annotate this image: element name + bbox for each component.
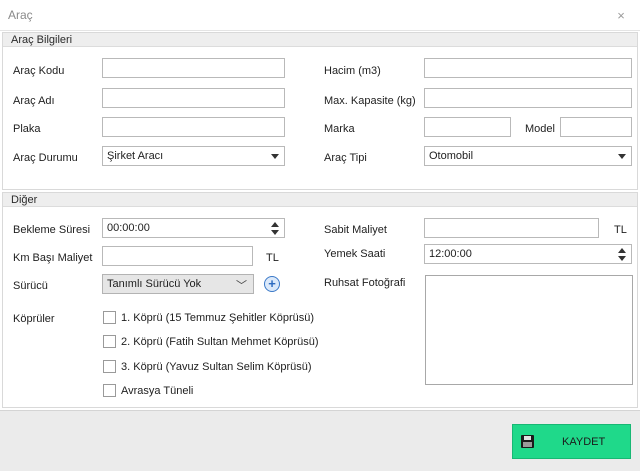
vehicle-status-value: Şirket Aracı — [107, 150, 164, 162]
other-header: Diğer — [3, 193, 637, 207]
km-cost-unit: TL — [266, 252, 279, 264]
km-cost-label: Km Başı Maliyet — [13, 252, 93, 264]
vehicle-name-input[interactable] — [102, 88, 285, 108]
vehicle-info-header: Araç Bilgileri — [3, 33, 637, 47]
tunnel-label: Avrasya Tüneli — [121, 385, 194, 397]
spin-up-icon[interactable] — [618, 248, 626, 253]
spin-down-icon[interactable] — [271, 230, 279, 235]
meal-time-label: Yemek Saati — [324, 248, 386, 260]
bridge-label-1: 1. Köprü (15 Temmuz Şehitler Köprüsü) — [121, 312, 314, 324]
dropdown-arrow-icon — [618, 154, 626, 159]
vehicle-status-label: Araç Durumu — [13, 152, 78, 164]
vehicle-code-input[interactable] — [102, 58, 285, 78]
vehicle-info-title: Araç Bilgileri — [11, 34, 73, 46]
dropdown-arrow-icon — [271, 154, 279, 159]
window-title: Araç — [8, 8, 33, 22]
vehicle-status-select[interactable]: Şirket Aracı — [102, 146, 285, 166]
driver-label: Sürücü — [13, 280, 48, 292]
footer-bar: KAYDET — [0, 410, 640, 471]
save-button[interactable]: KAYDET — [512, 424, 631, 459]
bridge-checkbox-1[interactable] — [103, 311, 116, 324]
max-capacity-input[interactable] — [424, 88, 632, 108]
chevron-down-icon: ﹀ — [236, 280, 247, 292]
km-cost-input[interactable] — [102, 246, 253, 266]
meal-time-value: 12:00:00 — [429, 248, 472, 260]
model-input[interactable] — [560, 117, 632, 137]
license-photo-label: Ruhsat Fotoğrafi — [324, 277, 406, 289]
spin-down-icon[interactable] — [618, 256, 626, 261]
license-photo-box[interactable] — [425, 275, 633, 385]
bridges-label: Köprüler — [13, 313, 55, 325]
fixed-cost-label: Sabit Maliyet — [324, 224, 387, 236]
vehicle-type-label: Araç Tipi — [324, 152, 367, 164]
model-label: Model — [525, 123, 555, 135]
brand-label: Marka — [324, 123, 355, 135]
other-title: Diğer — [11, 194, 38, 206]
fixed-cost-unit: TL — [614, 224, 627, 236]
max-capacity-label: Max. Kapasite (kg) — [324, 95, 416, 107]
vehicle-type-select[interactable]: Otomobil — [424, 146, 632, 166]
bridge-label-3: 3. Köprü (Yavuz Sultan Selim Köprüsü) — [121, 361, 312, 373]
plate-label: Plaka — [13, 123, 41, 135]
vehicle-info-group: Araç Bilgileri Araç Kodu Araç Adı Plaka … — [2, 32, 638, 190]
floppy-disk-icon — [521, 435, 534, 448]
wait-time-value: 00:00:00 — [107, 222, 150, 234]
vehicle-type-value: Otomobil — [429, 150, 474, 162]
close-icon[interactable]: × — [612, 7, 630, 25]
bridge-label-2: 2. Köprü (Fatih Sultan Mehmet Köprüsü) — [121, 336, 319, 348]
wait-time-label: Bekleme Süresi — [13, 224, 91, 236]
brand-input[interactable] — [424, 117, 511, 137]
vehicle-name-label: Araç Adı — [13, 95, 55, 107]
wait-time-stepper[interactable]: 00:00:00 — [102, 218, 285, 238]
driver-select[interactable]: Tanımlı Sürücü Yok ﹀ — [102, 274, 254, 294]
spin-up-icon[interactable] — [271, 222, 279, 227]
bridge-checkbox-3[interactable] — [103, 360, 116, 373]
title-bar: Araç × — [0, 0, 640, 31]
add-driver-button[interactable]: + — [264, 276, 280, 292]
volume-input[interactable] — [424, 58, 632, 78]
vehicle-code-label: Araç Kodu — [13, 65, 65, 77]
meal-time-stepper[interactable]: 12:00:00 — [424, 244, 632, 264]
driver-value: Tanımlı Sürücü Yok — [107, 278, 202, 290]
bridge-checkbox-2[interactable] — [103, 335, 116, 348]
plate-input[interactable] — [102, 117, 285, 137]
other-group: Diğer Bekleme Süresi 00:00:00 Km Başı Ma… — [2, 192, 638, 408]
tunnel-checkbox[interactable] — [103, 384, 116, 397]
volume-label: Hacim (m3) — [324, 65, 381, 77]
fixed-cost-input[interactable] — [424, 218, 599, 238]
save-button-label: KAYDET — [562, 436, 606, 448]
